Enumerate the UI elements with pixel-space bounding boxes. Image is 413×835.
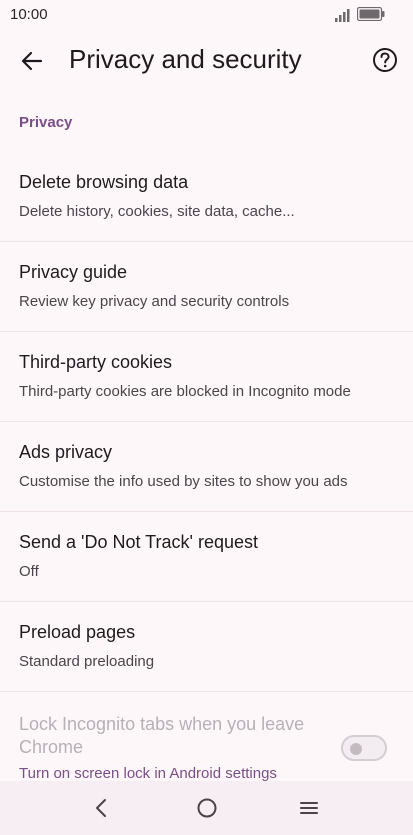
signal-icon [335, 9, 350, 22]
system-nav-bar [0, 781, 413, 835]
settings-list: Delete browsing data Delete history, coo… [0, 152, 413, 692]
setting-privacy-guide[interactable]: Privacy guide Review key privacy and sec… [0, 242, 413, 332]
status-bar: 10:00 [0, 0, 413, 30]
nav-back-button[interactable] [87, 794, 115, 822]
item-subtitle: Third-party cookies are blocked in Incog… [19, 383, 351, 400]
page-title: Privacy and security [69, 44, 302, 74]
item-title: Send a 'Do Not Track' request [19, 532, 258, 552]
item-subtitle: Customise the info used by sites to show… [19, 473, 348, 490]
item-subtitle: Off [19, 563, 39, 580]
item-title: Privacy guide [19, 262, 128, 282]
menu-icon [300, 802, 318, 814]
lock-incognito-toggle[interactable] [341, 735, 387, 761]
item-subtitle: Review key privacy and security controls [19, 293, 290, 310]
setting-third-party-cookies[interactable]: Third-party cookies Third-party cookies … [0, 332, 413, 422]
help-circle-icon [373, 48, 397, 72]
help-button[interactable] [371, 46, 399, 74]
setting-do-not-track[interactable]: Send a 'Do Not Track' request Off [0, 512, 413, 602]
circle-home-icon [197, 798, 217, 818]
setting-preload-pages[interactable]: Preload pages Standard preloading [0, 602, 413, 692]
battery-icon [357, 7, 385, 21]
app-bar: Privacy and security [0, 30, 413, 92]
arrow-back-icon [21, 51, 43, 71]
screen-lock-settings-link[interactable]: Turn on screen lock in Android settings [19, 765, 277, 782]
back-button[interactable] [14, 46, 50, 76]
section-header-privacy: Privacy [19, 114, 73, 131]
setting-lock-incognito-tabs: Lock Incognito tabs when you leave Chrom… [0, 693, 413, 782]
nav-menu-button[interactable] [295, 794, 323, 822]
status-time: 10:00 [10, 6, 48, 23]
item-title: Third-party cookies [19, 352, 173, 372]
item-title: Delete browsing data [19, 172, 189, 192]
item-title: Ads privacy [19, 442, 113, 462]
item-subtitle: Standard preloading [19, 653, 155, 670]
item-title: Lock Incognito tabs when you leave Chrom… [19, 714, 305, 757]
toggle-knob [350, 743, 362, 755]
nav-home-button[interactable] [193, 794, 221, 822]
item-subtitle: Delete history, cookies, site data, cach… [19, 203, 295, 220]
setting-delete-browsing-data[interactable]: Delete browsing data Delete history, coo… [0, 152, 413, 242]
chevron-left-icon [96, 799, 106, 817]
item-title: Preload pages [19, 622, 136, 642]
setting-ads-privacy[interactable]: Ads privacy Customise the info used by s… [0, 422, 413, 512]
